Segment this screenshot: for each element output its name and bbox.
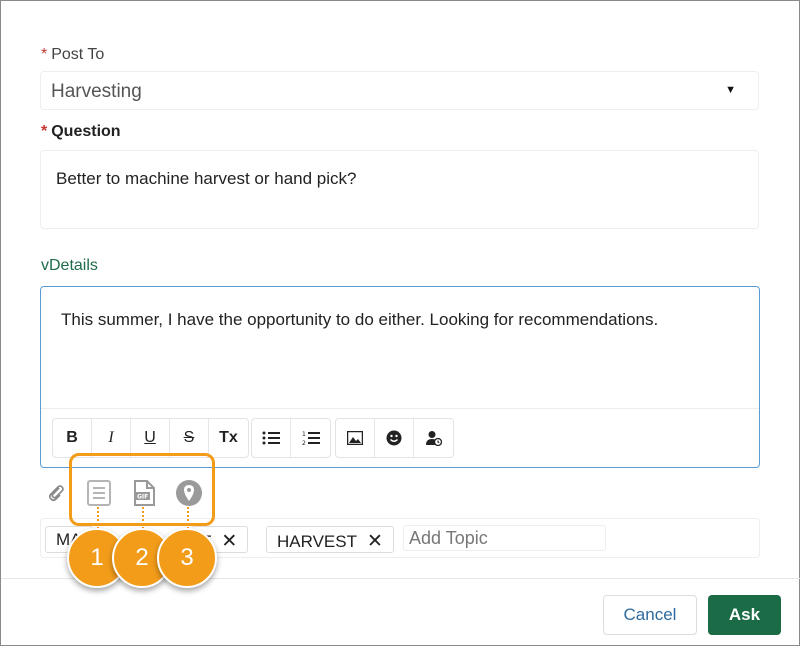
- question-value: Better to machine harvest or hand pick?: [56, 169, 357, 188]
- details-label: Details: [49, 257, 98, 274]
- svg-text:2: 2: [302, 440, 306, 446]
- svg-text:1: 1: [302, 431, 306, 438]
- strikethrough-button[interactable]: S: [170, 419, 209, 457]
- mention-icon: [425, 431, 442, 446]
- callout-leader: [187, 507, 189, 529]
- post-to-select[interactable]: Harvesting ▼: [40, 71, 759, 110]
- insert-toolbar: [335, 418, 454, 458]
- callout-3: 3: [157, 528, 217, 588]
- paperclip-icon: [48, 485, 64, 502]
- strikethrough-icon: S: [183, 429, 195, 446]
- editor-divider: [41, 408, 759, 409]
- italic-icon: I: [108, 429, 114, 446]
- remove-icon[interactable]: ✕: [367, 531, 383, 552]
- question-input[interactable]: Better to machine harvest or hand pick?: [40, 150, 759, 229]
- post-to-value: Harvesting: [51, 81, 142, 102]
- topic-chip: HARVEST ✕: [266, 526, 394, 553]
- underline-icon: U: [144, 429, 156, 446]
- image-icon: [347, 431, 363, 445]
- italic-button[interactable]: I: [92, 419, 131, 457]
- clear-format-icon: Tx: [219, 429, 238, 446]
- mention-button[interactable]: [414, 419, 453, 457]
- numbered-list-button[interactable]: 12: [291, 419, 330, 457]
- emoji-icon: [386, 430, 402, 446]
- chevron-down-icon: ▼: [725, 84, 736, 96]
- post-to-label: * Post To: [41, 46, 105, 63]
- remove-icon[interactable]: ✕: [221, 531, 237, 552]
- bullet-list-button[interactable]: [252, 419, 291, 457]
- numbered-list-icon: 12: [302, 431, 320, 446]
- bullet-list-icon: [262, 431, 280, 445]
- bold-button[interactable]: B: [53, 419, 92, 457]
- cancel-button[interactable]: Cancel: [603, 595, 697, 635]
- question-label: * Question: [41, 123, 121, 140]
- details-value: This summer, I have the opportunity to d…: [61, 310, 659, 329]
- chevron-icon: v: [41, 257, 49, 274]
- bold-icon: B: [66, 429, 78, 446]
- ask-button[interactable]: Ask: [708, 595, 781, 635]
- underline-button[interactable]: U: [131, 419, 170, 457]
- callout-leader: [97, 507, 99, 529]
- image-button[interactable]: [336, 419, 375, 457]
- clear-format-button[interactable]: Tx: [209, 419, 248, 457]
- list-toolbar: 12: [251, 418, 331, 458]
- add-topic-input[interactable]: Add Topic: [403, 525, 606, 551]
- format-toolbar: B I U S Tx: [52, 418, 249, 458]
- details-toggle[interactable]: vDetails: [41, 257, 98, 275]
- emoji-button[interactable]: [375, 419, 414, 457]
- paperclip-button[interactable]: [41, 478, 71, 508]
- callout-leader: [142, 507, 144, 529]
- details-editor[interactable]: This summer, I have the opportunity to d…: [40, 286, 760, 468]
